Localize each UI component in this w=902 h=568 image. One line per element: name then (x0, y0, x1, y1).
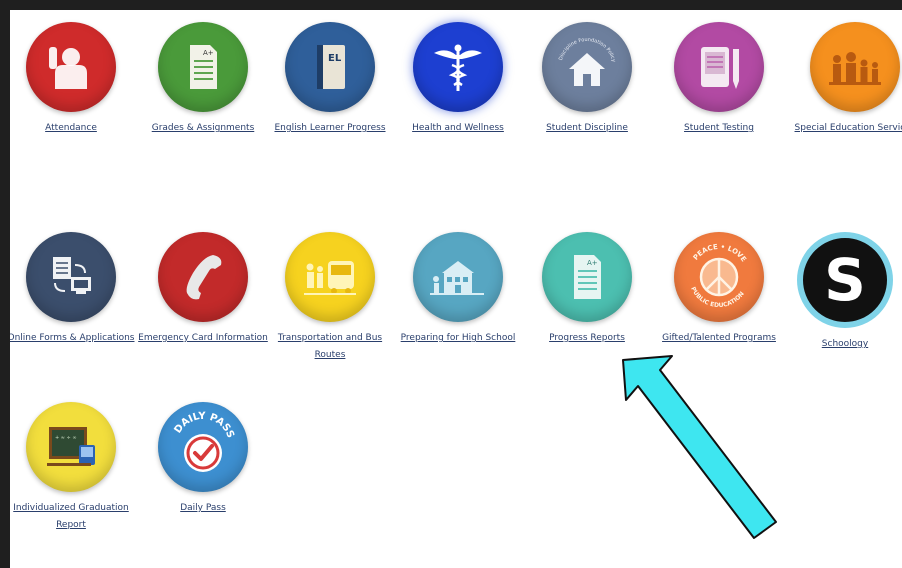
tile-daily-pass[interactable]: DAILY PASS Daily Pass (138, 402, 268, 517)
tile-health[interactable]: Health and Wellness (393, 22, 523, 137)
tile-english-learner[interactable]: EL English Learner Progress (265, 22, 395, 137)
house-icon: Discipline Foundation Policy (542, 22, 632, 112)
online-forms-icon (26, 232, 116, 322)
schoology-icon: S (797, 232, 893, 328)
tile-label-testing[interactable]: Student Testing (654, 120, 784, 137)
bus-icon (285, 232, 375, 322)
grades-icon: A+ (158, 22, 248, 112)
tile-label-special-education[interactable]: Special Education Services (790, 120, 902, 137)
english-learner-icon: EL (285, 22, 375, 112)
tile-schoology[interactable]: S Schoology (780, 232, 902, 353)
tile-special-education[interactable]: Special Education Services (790, 22, 902, 137)
peace-icon: PEACE • LOVE PUBLIC EDUCATION (674, 232, 764, 322)
tile-progress-reports[interactable]: A+ Progress Reports (522, 232, 652, 347)
tile-label-schoology[interactable]: Schoology (780, 336, 902, 353)
chalkboard-icon: + ≈ ÷ ∞ (26, 402, 116, 492)
progress-report-icon: A+ (542, 232, 632, 322)
resources-panel: Attendance A+ Grades & Assignments EL En… (10, 10, 902, 568)
tile-label-english-learner[interactable]: English Learner Progress (265, 120, 395, 137)
svg-text:A+: A+ (203, 49, 214, 57)
tile-label-gifted-talented[interactable]: Gifted/Talented Programs (654, 330, 784, 347)
tile-grades[interactable]: A+ Grades & Assignments (138, 22, 268, 137)
tile-label-progress-reports[interactable]: Progress Reports (522, 330, 652, 347)
progress-badge: A+ (587, 259, 598, 267)
tile-label-online-forms[interactable]: Online Forms & Applications (10, 330, 136, 347)
tile-graduation-report[interactable]: + ≈ ÷ ∞ Individualized Graduation Report (10, 402, 136, 534)
tile-online-forms[interactable]: Online Forms & Applications (10, 232, 136, 347)
tile-label-graduation-report[interactable]: Individualized Graduation Report (10, 500, 136, 534)
tile-high-school[interactable]: Preparing for High School (393, 232, 523, 347)
tile-label-discipline[interactable]: Student Discipline (522, 120, 652, 137)
tile-label-daily-pass[interactable]: Daily Pass (138, 500, 268, 517)
tile-label-health[interactable]: Health and Wellness (393, 120, 523, 137)
family-icon (810, 22, 900, 112)
tile-attendance[interactable]: Attendance (10, 22, 136, 137)
tile-transportation[interactable]: Transportation and Bus Routes (265, 232, 395, 364)
testing-icon (674, 22, 764, 112)
tile-gifted-talented[interactable]: PEACE • LOVE PUBLIC EDUCATION Gifted/Tal… (654, 232, 784, 347)
board-text: + ≈ ÷ ∞ (55, 435, 77, 441)
attendance-icon (26, 22, 116, 112)
tile-testing[interactable]: Student Testing (654, 22, 784, 137)
tile-label-attendance[interactable]: Attendance (10, 120, 136, 137)
phone-icon (158, 232, 248, 322)
tile-label-grades[interactable]: Grades & Assignments (138, 120, 268, 137)
tile-label-transportation[interactable]: Transportation and Bus Routes (265, 330, 395, 364)
tile-label-emergency-card[interactable]: Emergency Card Information (138, 330, 268, 347)
school-icon (413, 232, 503, 322)
schoology-letter: S (824, 246, 866, 314)
tile-emergency-card[interactable]: Emergency Card Information (138, 232, 268, 347)
caduceus-icon (413, 22, 503, 112)
tile-discipline[interactable]: Discipline Foundation Policy Student Dis… (522, 22, 652, 137)
daily-pass-icon: DAILY PASS (158, 402, 248, 492)
tile-label-high-school[interactable]: Preparing for High School (393, 330, 523, 347)
el-badge: EL (328, 53, 342, 64)
